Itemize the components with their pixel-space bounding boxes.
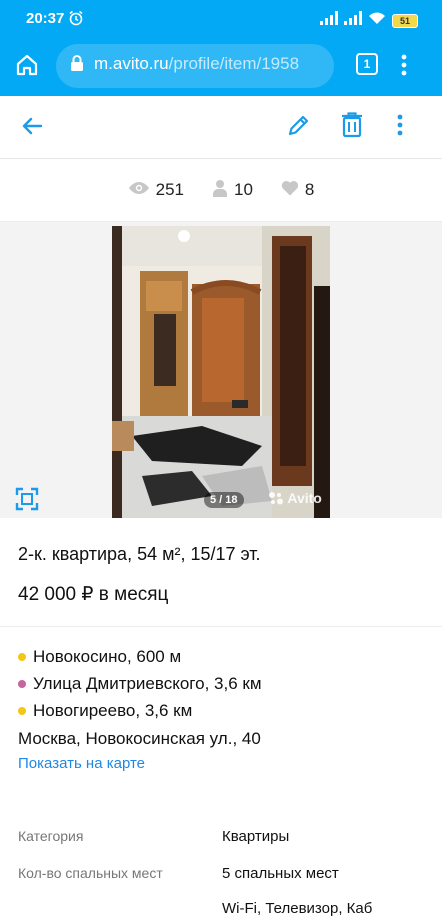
metro-station-name: Новогиреево, 3,6 км <box>33 701 193 720</box>
metro-line-dot <box>18 707 26 715</box>
views-count: 251 <box>155 180 184 199</box>
signal-icon-2 <box>344 11 362 30</box>
views-stat: 251 <box>128 180 184 200</box>
listing-address: Москва, Новокосинская ул., 40 <box>18 729 261 748</box>
metro-station: Улица Дмитриевского, 3,6 км <box>18 674 262 694</box>
metro-station-name: Новокосино, 600 м <box>33 647 182 666</box>
delete-trash-icon[interactable] <box>340 111 364 144</box>
edit-pencil-icon[interactable] <box>286 112 312 143</box>
param-label-beds: Кол-во спальных мест <box>18 865 163 881</box>
url-host: m.avito.ru <box>94 54 169 73</box>
signal-icon <box>320 11 338 30</box>
more-options-icon[interactable] <box>396 112 404 143</box>
status-bar: 20:37 51 <box>0 0 442 38</box>
metro-station: Новогиреево, 3,6 км <box>18 701 192 721</box>
browser-address-bar: m.avito.ru/profile/item/1958 1 <box>0 38 442 96</box>
favorites-stat: 8 <box>281 180 314 201</box>
status-time: 20:37 <box>26 10 65 27</box>
fullscreen-icon[interactable] <box>15 487 39 516</box>
metro-station-name: Улица Дмитриевского, 3,6 км <box>33 674 262 693</box>
eye-icon <box>128 180 150 200</box>
heart-icon <box>281 180 299 201</box>
avito-watermark: Avito <box>268 490 322 506</box>
person-icon <box>212 179 228 202</box>
watermark-text: Avito <box>287 490 322 506</box>
back-arrow-icon[interactable] <box>20 114 44 143</box>
lock-icon <box>70 54 84 77</box>
photo-counter: 5 / 18 <box>204 492 244 508</box>
browser-menu-icon[interactable] <box>400 52 408 83</box>
alarm-icon <box>68 10 84 31</box>
contacts-count: 10 <box>233 180 253 199</box>
battery-level: 51 <box>392 13 418 28</box>
url-path: /profile/item/1958 <box>168 54 300 73</box>
metro-line-dot <box>18 653 26 661</box>
metro-line-dot <box>18 680 26 688</box>
param-label-category: Категория <box>18 828 84 844</box>
metro-station: Новокосино, 600 м <box>18 647 181 667</box>
item-toolbar <box>0 96 442 159</box>
wifi-icon <box>368 11 386 30</box>
param-value-beds: 5 спальных мест <box>222 865 339 882</box>
favorites-count: 8 <box>304 180 315 199</box>
listing-price: 42 000 ₽ в месяц <box>18 584 169 605</box>
listing-photo[interactable]: 5 / 18 Avito <box>112 226 330 518</box>
tab-switcher-button[interactable]: 1 <box>356 53 378 75</box>
url-text[interactable]: m.avito.ru/profile/item/1958 <box>94 54 326 74</box>
listing-title: 2-к. квартира, 54 м², 15/17 эт. <box>18 544 261 564</box>
contacts-stat: 10 <box>212 179 253 202</box>
show-on-map-link[interactable]: Показать на карте <box>18 755 145 772</box>
battery-icon: 51 <box>392 13 418 28</box>
param-value-amenities: Wi-Fi, Телевизор, Каб <box>222 900 373 917</box>
item-stats: 251 10 8 <box>0 159 442 222</box>
photo-gallery[interactable]: 5 / 18 Avito <box>0 222 442 518</box>
home-icon[interactable] <box>14 52 40 83</box>
param-value-category: Квартиры <box>222 828 290 845</box>
divider <box>0 626 442 627</box>
